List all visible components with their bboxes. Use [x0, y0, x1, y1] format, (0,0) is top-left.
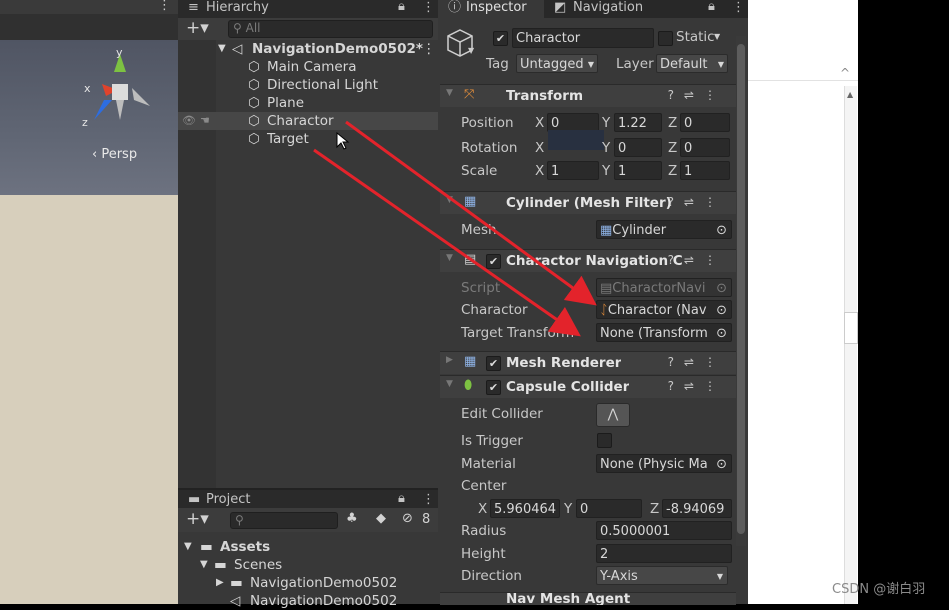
arrow-to-charactor-field — [345, 120, 597, 306]
annotation-arrows — [313, 120, 597, 337]
arrow-to-target-field — [313, 148, 581, 337]
